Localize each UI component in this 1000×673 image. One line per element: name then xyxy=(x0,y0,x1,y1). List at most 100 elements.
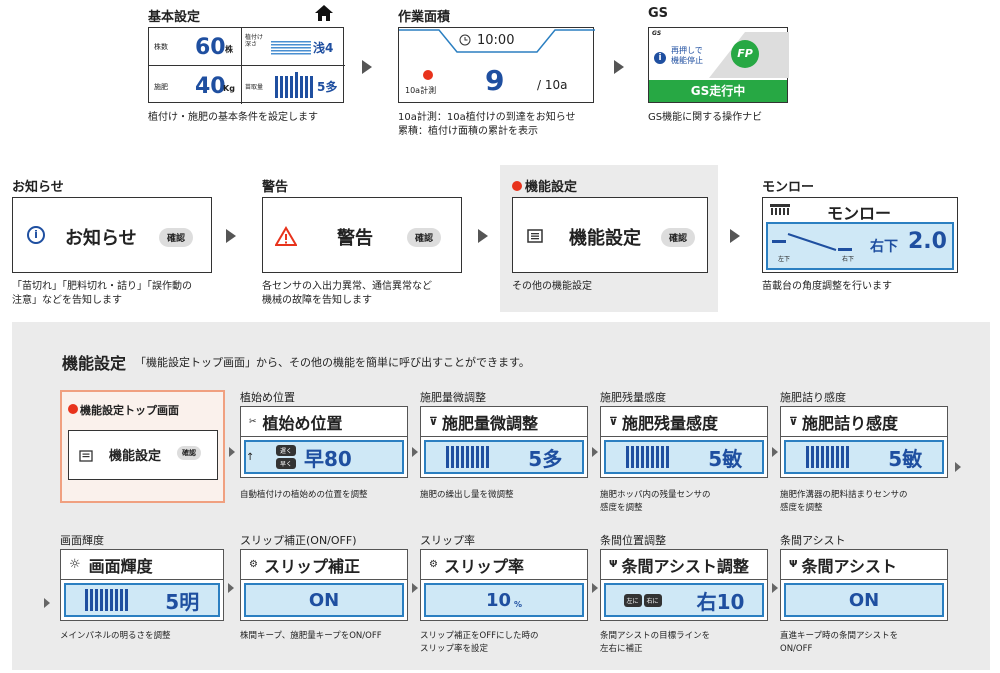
area-time: 10:00 xyxy=(477,33,515,48)
func-screen[interactable]: 機能設定 確認 xyxy=(512,197,708,273)
arrow-right-icon xyxy=(478,229,488,243)
fert-fine-title: 施肥量微調整 xyxy=(420,391,486,404)
arrow-right-icon xyxy=(44,598,50,608)
monroe-caption: 苗載台の角度調整を行います xyxy=(762,281,892,292)
planting-start-value: 早80 xyxy=(304,446,352,471)
notice-label: お知らせ xyxy=(65,228,137,249)
area-screen[interactable]: 10:00 10a計測 9 / 10a xyxy=(398,27,595,103)
info-icon: i xyxy=(654,52,666,64)
fert-fine-caption: 施肥の繰出し量を微調整 xyxy=(420,490,514,500)
fp-logo-icon: FP xyxy=(731,40,759,68)
seedling-tray-icon xyxy=(769,202,791,221)
row-position-caption-2: 左右に補正 xyxy=(600,644,643,654)
fert-clog-caption-2: 感度を調整 xyxy=(780,503,823,513)
home-icon[interactable] xyxy=(314,4,334,27)
arrow-right-icon xyxy=(226,229,236,243)
slip-icon: ⚙ xyxy=(249,559,258,570)
slip-correction-title: スリップ補正(ON/OFF) xyxy=(240,534,357,547)
gs-title: GS xyxy=(648,6,669,21)
fert-remain-screen[interactable]: ⊽ 施肥残量感度 5敏 xyxy=(600,406,768,478)
confirm-badge[interactable]: 確認 xyxy=(159,228,194,247)
info-icon: i xyxy=(27,226,45,244)
top-screen-lcd[interactable]: 機能設定 確認 xyxy=(68,430,218,480)
stock-unit: 株 xyxy=(225,45,233,54)
arrow-right-icon xyxy=(362,60,372,74)
confirm-badge[interactable]: 確認 xyxy=(177,446,201,460)
monroe-screen[interactable]: モンロー 左下 右下 右下 2.0 xyxy=(762,197,958,273)
brightness-caption: メインパネルの明るさを調整 xyxy=(60,631,171,641)
notice-screen[interactable]: i お知らせ 確認 xyxy=(12,197,212,273)
warning-title: 警告 xyxy=(262,180,289,195)
row-assist-caption-2: ON/OFF xyxy=(780,644,813,654)
notice-caption-2: 注意」などを告知します xyxy=(12,295,122,306)
warning-caption-1: 各センサの入出力異常、通信異常など xyxy=(262,281,432,292)
clock-icon xyxy=(459,34,471,49)
slip-rate-title: スリップ率 xyxy=(420,534,475,547)
monroe-gauge: 左下 右下 右下 2.0 xyxy=(766,222,954,270)
gs-status: GS走行中 xyxy=(649,80,787,102)
row-position-screen[interactable]: Ψ 条間アシスト調整 左に 右に 右10 xyxy=(600,549,768,621)
arrow-right-icon xyxy=(730,229,740,243)
row-assist-screen[interactable]: Ψ 条間アシスト ON xyxy=(780,549,948,621)
confirm-badge[interactable]: 確認 xyxy=(407,228,442,247)
menu-list-icon xyxy=(79,447,93,466)
fert-label: 施肥 xyxy=(154,83,168,91)
row-position-value: 右10 xyxy=(696,589,745,614)
take-gauge xyxy=(275,72,313,98)
shift-right-button[interactable]: 右に xyxy=(643,593,662,607)
fert-clog-screen[interactable]: ⊽ 施肥詰り感度 5敏 xyxy=(780,406,948,478)
row-assist-icon: Ψ xyxy=(609,559,618,570)
fert-remain-value: 5敏 xyxy=(708,446,743,471)
slip-rate-value: 10 xyxy=(485,589,512,611)
gs-corner-label: GS xyxy=(652,30,662,37)
take-value: 5多 xyxy=(317,80,338,94)
gs-message: 再押しで 機能停止 xyxy=(671,46,703,65)
fert-clog-caption-1: 施肥作溝器の肥料詰まりセンサの xyxy=(780,490,908,500)
confirm-badge[interactable]: 確認 xyxy=(661,228,696,247)
gs-screen[interactable]: GS i 再押しで 機能停止 FP GS走行中 xyxy=(648,27,789,103)
arrow-right-icon xyxy=(955,462,961,472)
menu-list-icon xyxy=(527,228,543,247)
slip-rate-caption-1: スリップ補正をOFFにした時の xyxy=(420,631,539,641)
row-position-title: 条間位置調整 xyxy=(600,534,666,547)
planting-start-screen[interactable]: ✂ 植始め位置 ↑ 遅く 早く 早80 xyxy=(240,406,408,478)
warning-caption-2: 機械の故障を告知します xyxy=(262,295,372,306)
notice-caption-1: 「苗切れ」「肥料切れ・詰り」「誤作動の xyxy=(12,281,192,292)
basic-caption: 植付け・施肥の基本条件を設定します xyxy=(148,112,318,123)
fert-fine-screen[interactable]: ⊽ 施肥量微調整 5多 xyxy=(420,406,588,478)
fertilizer-icon: ⊽ xyxy=(789,415,798,428)
row-assist-title: 条間アシスト xyxy=(780,534,846,547)
seedling-icon: ↑ xyxy=(246,451,255,463)
sun-icon: ☼ xyxy=(69,557,81,572)
planting-start-caption: 自動植付けの植始めの位置を調整 xyxy=(240,490,368,500)
shift-left-button[interactable]: 左に xyxy=(623,593,642,607)
brightness-screen[interactable]: ☼ 画面輝度 5明 xyxy=(60,549,224,621)
warning-icon xyxy=(274,226,298,250)
fertilizer-icon: ⊽ xyxy=(609,415,618,428)
arrow-right-icon xyxy=(228,583,234,593)
func-label: 機能設定 xyxy=(569,228,641,249)
fert-remain-caption-1: 施肥ホッパ内の残量センサの xyxy=(600,490,711,500)
top-screen-title: 機能設定トップ画面 xyxy=(68,402,179,418)
depth-value: 浅4 xyxy=(313,41,334,55)
warning-screen[interactable]: 警告 確認 xyxy=(262,197,462,273)
slip-rate-screen[interactable]: ⚙ スリップ率 10% xyxy=(420,549,588,621)
arrow-right-icon xyxy=(412,583,418,593)
depth-label: 植付け 深さ xyxy=(245,34,264,49)
fert-clog-title: 施肥詰り感度 xyxy=(780,391,846,404)
top-screen-frame: 機能設定トップ画面 機能設定 確認 xyxy=(60,390,225,503)
basic-settings-screen[interactable]: 株数 60 株 植付け 深さ 浅4 施肥 40 Kg 苗取量 5多 xyxy=(148,27,345,104)
fert-clog-value: 5敏 xyxy=(888,446,923,471)
area-label: 10a計測 xyxy=(405,86,437,95)
brightness-value: 5明 xyxy=(165,589,200,614)
fert-remain-title: 施肥残量感度 xyxy=(600,391,666,404)
monroe-title: モンロー xyxy=(762,180,815,195)
warning-label: 警告 xyxy=(337,228,373,249)
stock-value: 60 xyxy=(195,35,226,60)
slip-correction-screen[interactable]: ⚙ スリップ補正 ON xyxy=(240,549,408,621)
arrow-right-icon xyxy=(772,583,778,593)
slip-correction-caption: 株間キープ、施肥量キープをON/OFF xyxy=(240,631,382,641)
slip-rate-caption-2: スリップ率を設定 xyxy=(420,644,489,654)
area-unit: / 10a xyxy=(537,78,568,92)
slip-icon: ⚙ xyxy=(429,559,438,570)
